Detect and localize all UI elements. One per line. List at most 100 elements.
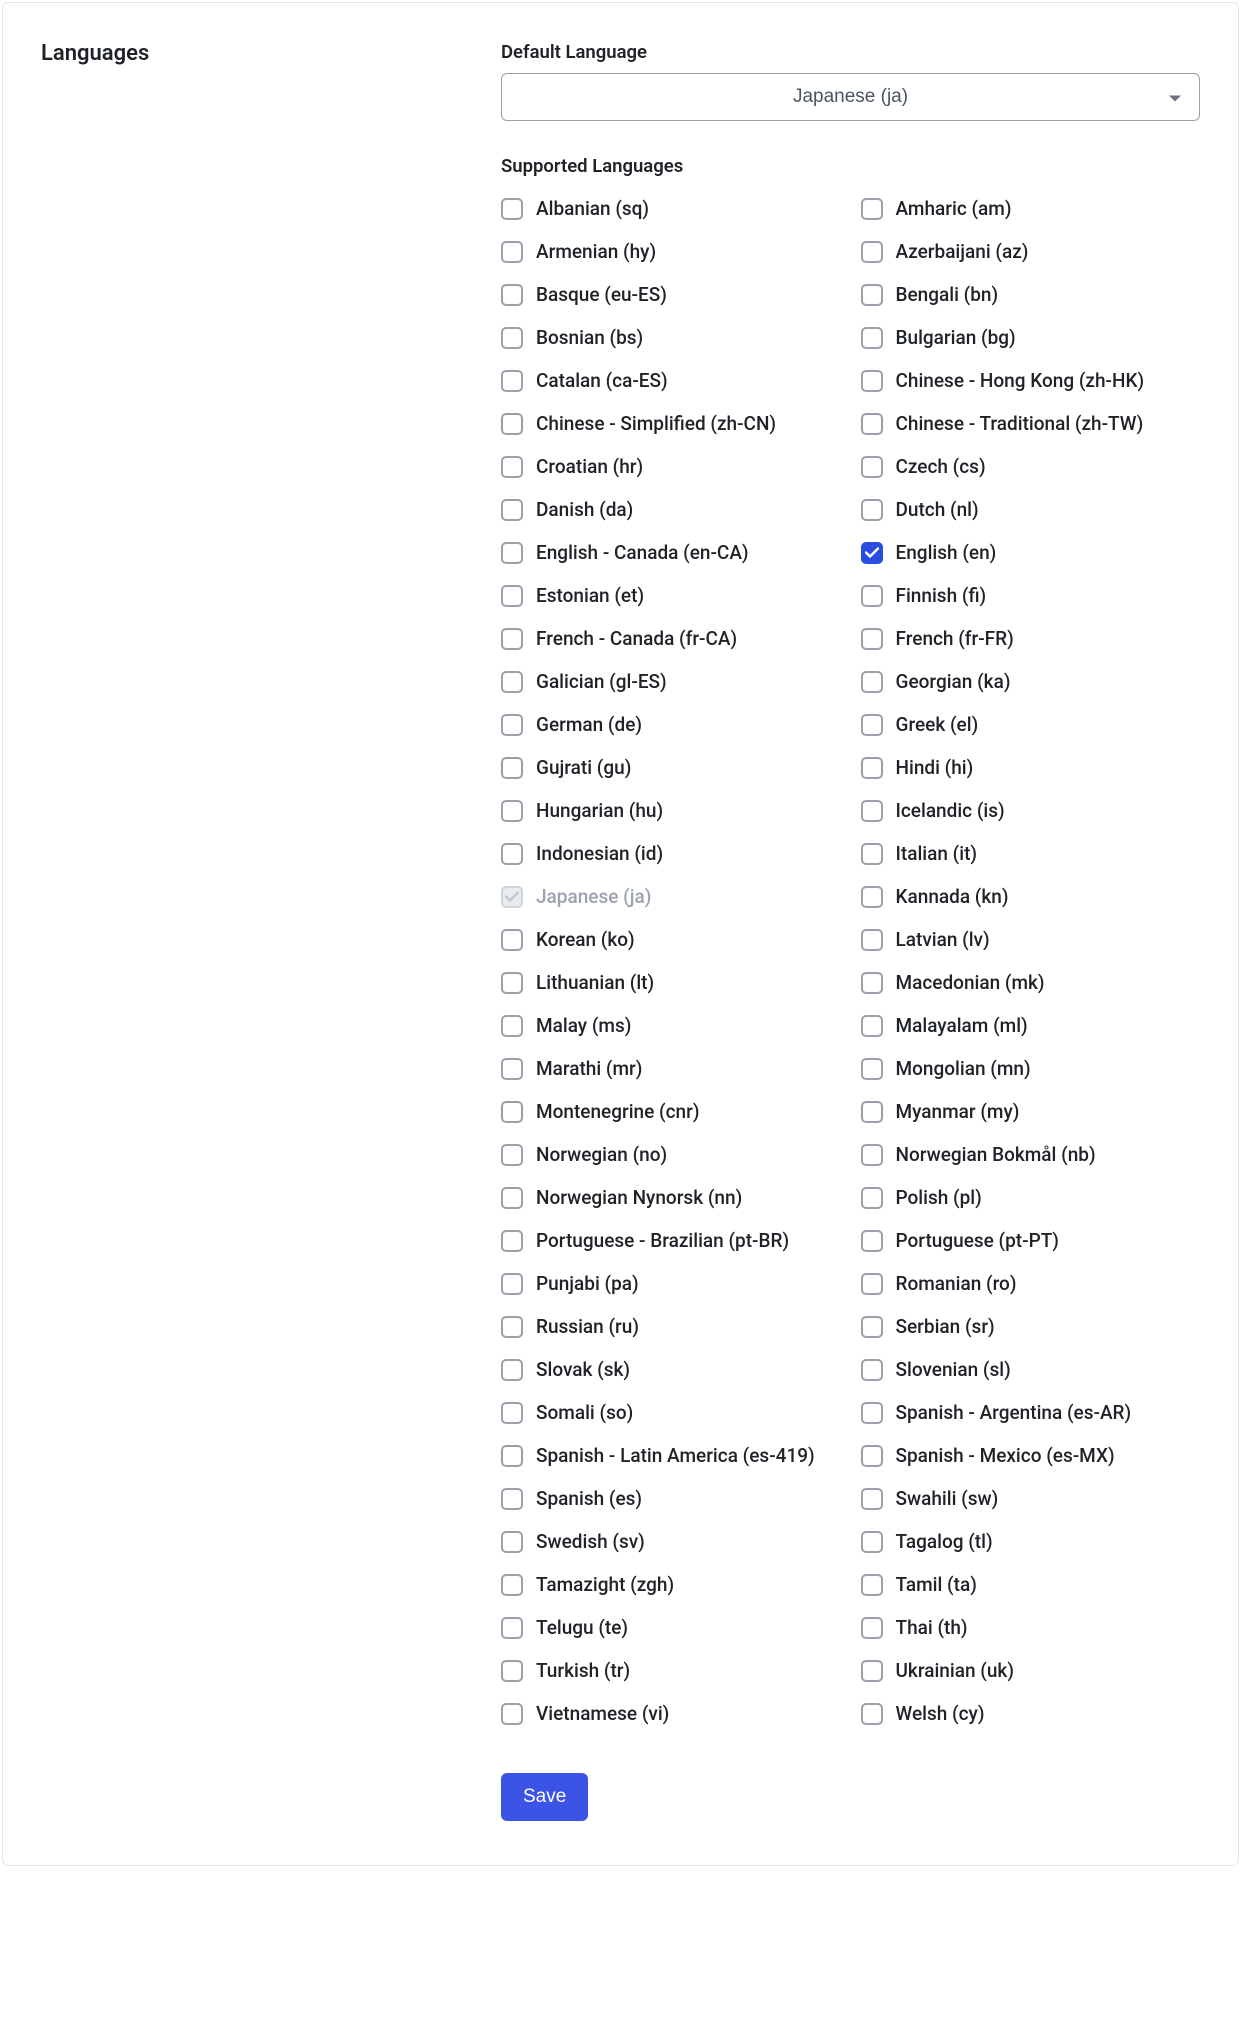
language-checkbox-row[interactable]: German (de): [501, 703, 841, 746]
language-checkbox-row[interactable]: Somali (so): [501, 1391, 841, 1434]
language-checkbox-row[interactable]: Swedish (sv): [501, 1520, 841, 1563]
language-checkbox-row[interactable]: Albanian (sq): [501, 187, 841, 230]
language-checkbox-row[interactable]: Telugu (te): [501, 1606, 841, 1649]
language-checkbox-row[interactable]: Czech (cs): [861, 445, 1201, 488]
language-checkbox-row[interactable]: Slovak (sk): [501, 1348, 841, 1391]
language-checkbox-row[interactable]: Spanish - Latin America (es-419): [501, 1434, 841, 1477]
checkbox-icon: [501, 456, 523, 478]
language-checkbox-row[interactable]: Polish (pl): [861, 1176, 1201, 1219]
language-checkbox-row[interactable]: Marathi (mr): [501, 1047, 841, 1090]
language-checkbox-row[interactable]: Azerbaijani (az): [861, 230, 1201, 273]
checkbox-icon: [501, 499, 523, 521]
language-checkbox-row[interactable]: Myanmar (my): [861, 1090, 1201, 1133]
checkbox-icon: [501, 628, 523, 650]
language-checkbox-row[interactable]: Kannada (kn): [861, 875, 1201, 918]
language-checkbox-row[interactable]: Armenian (hy): [501, 230, 841, 273]
checkbox-icon: [861, 757, 883, 779]
default-language-select-wrap: Japanese (ja): [501, 73, 1200, 121]
language-label: Marathi (mr): [536, 1057, 642, 1080]
language-checkbox-row[interactable]: Indonesian (id): [501, 832, 841, 875]
language-checkbox-row[interactable]: Bosnian (bs): [501, 316, 841, 359]
language-checkbox-row[interactable]: Italian (it): [861, 832, 1201, 875]
language-checkbox-row[interactable]: English - Canada (en-CA): [501, 531, 841, 574]
language-label: Macedonian (mk): [896, 971, 1045, 994]
language-checkbox-row[interactable]: Latvian (lv): [861, 918, 1201, 961]
language-checkbox-row[interactable]: Bulgarian (bg): [861, 316, 1201, 359]
language-checkbox-row[interactable]: Estonian (et): [501, 574, 841, 617]
checkbox-icon: [501, 198, 523, 220]
language-checkbox-row[interactable]: Welsh (cy): [861, 1692, 1201, 1735]
default-language-select[interactable]: Japanese (ja): [501, 73, 1200, 121]
section-right: Default Language Japanese (ja) Supported…: [501, 41, 1200, 1821]
checkbox-icon: [861, 1058, 883, 1080]
language-label: Chinese - Hong Kong (zh-HK): [896, 369, 1145, 392]
language-checkbox-row[interactable]: Spanish - Mexico (es-MX): [861, 1434, 1201, 1477]
language-checkbox-row[interactable]: Tamil (ta): [861, 1563, 1201, 1606]
language-checkbox-row[interactable]: Chinese - Hong Kong (zh-HK): [861, 359, 1201, 402]
language-checkbox-row[interactable]: Tagalog (tl): [861, 1520, 1201, 1563]
checkbox-icon: [501, 757, 523, 779]
language-checkbox-row[interactable]: Montenegrine (cnr): [501, 1090, 841, 1133]
language-checkbox-row[interactable]: Tamazight (zgh): [501, 1563, 841, 1606]
language-checkbox-row[interactable]: Finnish (fi): [861, 574, 1201, 617]
checkbox-icon: [861, 1617, 883, 1639]
language-checkbox-row[interactable]: Norwegian (no): [501, 1133, 841, 1176]
language-checkbox-row[interactable]: Georgian (ka): [861, 660, 1201, 703]
language-checkbox-row[interactable]: Malayalam (ml): [861, 1004, 1201, 1047]
language-label: Armenian (hy): [536, 240, 656, 263]
language-checkbox-row[interactable]: Romanian (ro): [861, 1262, 1201, 1305]
language-checkbox-row[interactable]: Icelandic (is): [861, 789, 1201, 832]
language-checkbox-row[interactable]: Malay (ms): [501, 1004, 841, 1047]
checkbox-icon: [861, 1144, 883, 1166]
language-label: Swahili (sw): [896, 1487, 999, 1510]
language-checkbox-row[interactable]: Greek (el): [861, 703, 1201, 746]
checkbox-icon: [501, 1531, 523, 1553]
language-label: Somali (so): [536, 1401, 633, 1424]
language-checkbox-row[interactable]: Punjabi (pa): [501, 1262, 841, 1305]
language-checkbox-row[interactable]: Norwegian Bokmål (nb): [861, 1133, 1201, 1176]
checkbox-icon: [501, 929, 523, 951]
language-checkbox-row[interactable]: Hindi (hi): [861, 746, 1201, 789]
checkbox-icon: [501, 1574, 523, 1596]
language-checkbox-row[interactable]: Basque (eu-ES): [501, 273, 841, 316]
language-checkbox-row[interactable]: Spanish (es): [501, 1477, 841, 1520]
language-checkbox-row[interactable]: Chinese - Simplified (zh-CN): [501, 402, 841, 445]
language-checkbox-row[interactable]: Portuguese - Brazilian (pt-BR): [501, 1219, 841, 1262]
language-checkbox-row[interactable]: Vietnamese (vi): [501, 1692, 841, 1735]
save-button[interactable]: Save: [501, 1773, 588, 1821]
language-checkbox-row[interactable]: Chinese - Traditional (zh-TW): [861, 402, 1201, 445]
language-checkbox-row[interactable]: Lithuanian (lt): [501, 961, 841, 1004]
language-checkbox-row[interactable]: Russian (ru): [501, 1305, 841, 1348]
language-checkbox-row[interactable]: Turkish (tr): [501, 1649, 841, 1692]
language-checkbox-row[interactable]: Slovenian (sl): [861, 1348, 1201, 1391]
language-checkbox-row[interactable]: Dutch (nl): [861, 488, 1201, 531]
language-checkbox-row[interactable]: French (fr-FR): [861, 617, 1201, 660]
checkbox-icon: [501, 413, 523, 435]
language-checkbox-row[interactable]: Catalan (ca-ES): [501, 359, 841, 402]
language-checkbox-row[interactable]: Hungarian (hu): [501, 789, 841, 832]
language-checkbox-row[interactable]: Danish (da): [501, 488, 841, 531]
language-checkbox-row[interactable]: Korean (ko): [501, 918, 841, 961]
language-checkbox-row[interactable]: Thai (th): [861, 1606, 1201, 1649]
language-label: Basque (eu-ES): [536, 283, 667, 306]
language-checkbox-row[interactable]: English (en): [861, 531, 1201, 574]
language-checkbox-row[interactable]: Croatian (hr): [501, 445, 841, 488]
language-checkbox-row[interactable]: Norwegian Nynorsk (nn): [501, 1176, 841, 1219]
checkbox-icon: [501, 1402, 523, 1424]
language-checkbox-row[interactable]: French - Canada (fr-CA): [501, 617, 841, 660]
language-label: Swedish (sv): [536, 1530, 645, 1553]
language-checkbox-row[interactable]: Galician (gl-ES): [501, 660, 841, 703]
language-checkbox-row[interactable]: Spanish - Argentina (es-AR): [861, 1391, 1201, 1434]
language-label: Serbian (sr): [896, 1315, 995, 1338]
language-checkbox-row[interactable]: Bengali (bn): [861, 273, 1201, 316]
language-checkbox-row[interactable]: Amharic (am): [861, 187, 1201, 230]
language-checkbox-row[interactable]: Mongolian (mn): [861, 1047, 1201, 1090]
language-checkbox-row[interactable]: Ukrainian (uk): [861, 1649, 1201, 1692]
language-checkbox-row[interactable]: Gujrati (gu): [501, 746, 841, 789]
language-label: Chinese - Simplified (zh-CN): [536, 412, 776, 435]
language-checkbox-row[interactable]: Swahili (sw): [861, 1477, 1201, 1520]
language-checkbox-row[interactable]: Serbian (sr): [861, 1305, 1201, 1348]
language-checkbox-row[interactable]: Portuguese (pt-PT): [861, 1219, 1201, 1262]
language-checkbox-row[interactable]: Macedonian (mk): [861, 961, 1201, 1004]
checkbox-icon: [501, 241, 523, 263]
